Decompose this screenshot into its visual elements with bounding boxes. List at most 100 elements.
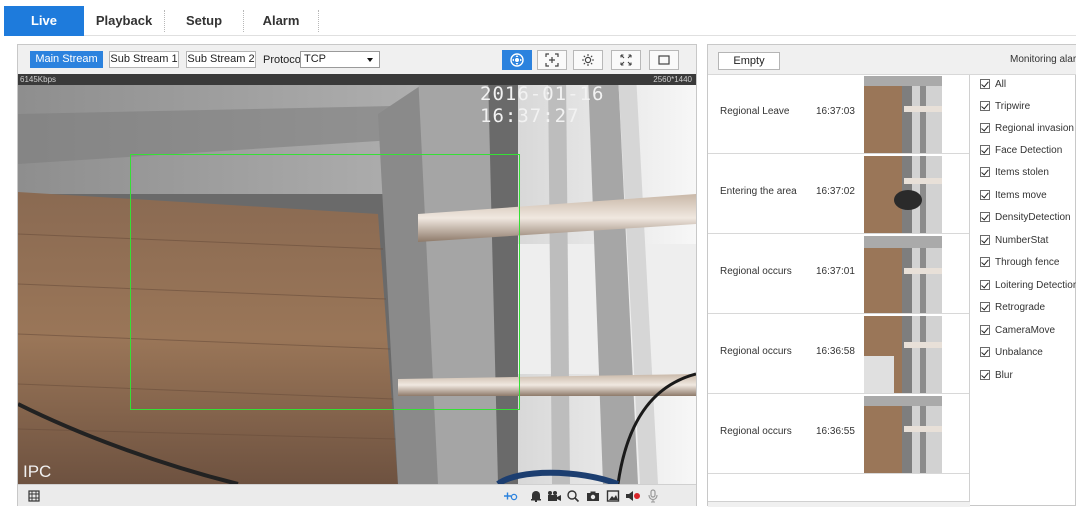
event-name: Regional occurs [720,346,792,357]
protocol-label: Protocol [263,54,304,66]
checkbox-checked-icon[interactable] [980,257,990,267]
event-thumbnail[interactable] [864,156,942,233]
tab-playback[interactable]: Playback [84,6,164,36]
window-icon [658,55,670,65]
checkbox-checked-icon[interactable] [980,325,990,335]
filter-blur[interactable]: Blur [980,368,1013,382]
live-video-panel: Main Stream Sub Stream 1 Sub Stream 2 Pr… [17,44,697,506]
filter-number-stat[interactable]: NumberStat [980,233,1048,247]
main-stream-button[interactable]: Main Stream [30,51,103,68]
checkbox-checked-icon[interactable] [980,101,990,111]
checkbox-checked-icon[interactable] [980,190,990,200]
filter-camera-move[interactable]: CameraMove [980,323,1055,337]
thumbnail-image [864,396,942,473]
column-divider [969,75,970,507]
filter-loitering-detection[interactable]: Loitering Detection [980,278,1076,292]
brightness-icon [582,54,594,66]
empty-button[interactable]: Empty [718,52,780,70]
protocol-value: TCP [304,53,326,65]
alarm-bell-button[interactable] [528,488,544,504]
detection-region [130,154,520,410]
record-button[interactable] [546,488,562,504]
filter-label: Regional invasion [995,122,1074,134]
checkbox-checked-icon[interactable] [980,347,990,357]
filter-density-detection[interactable]: DensityDetection [980,210,1071,224]
monitoring-alarm-label: Monitoring alarm [1010,54,1076,65]
checkbox-checked-icon[interactable] [980,123,990,133]
checkbox-checked-icon[interactable] [980,235,990,245]
microphone-button[interactable] [645,488,661,504]
event-row[interactable]: Regional occurs 16:37:01 [708,235,970,314]
event-time: 16:36:58 [816,346,855,357]
ipc-watermark: IPC [23,462,52,481]
tab-setup[interactable]: Setup [165,6,243,36]
window-button[interactable] [649,50,679,70]
filter-tripwire[interactable]: Tripwire [980,99,1030,113]
sub-stream-2-button[interactable]: Sub Stream 2 [186,51,256,68]
event-list: Regional Leave 16:37:03 Entering the are… [708,75,970,474]
filter-face-detection[interactable]: Face Detection [980,143,1062,157]
tab-live[interactable]: Live [4,6,84,36]
checkbox-checked-icon[interactable] [980,145,990,155]
checkbox-checked-icon[interactable] [980,212,990,222]
filter-regional-invasion[interactable]: Regional invasion [980,121,1074,135]
event-row[interactable]: Regional occurs 16:36:58 [708,315,970,394]
filter-label: Items stolen [995,166,1049,178]
filter-retrograde[interactable]: Retrograde [980,300,1045,314]
event-row[interactable]: Entering the area 16:37:02 [708,155,970,234]
search-zoom-icon [567,490,580,503]
protocol-select[interactable]: TCP [300,51,380,68]
filter-items-stolen[interactable]: Items stolen [980,165,1049,179]
top-navigation: Live Playback Setup Alarm [4,6,1076,36]
thumbnail-image [864,76,942,153]
horizontal-scrollbar[interactable] [708,501,970,507]
filter-label: Face Detection [995,144,1063,156]
event-row[interactable]: Regional occurs 16:36:55 [708,395,970,474]
checkbox-checked-icon[interactable] [980,167,990,177]
video-timestamp: 2016-01-16 16:37:27 [480,83,605,127]
event-row[interactable]: Regional Leave 16:37:03 [708,75,970,154]
sub-stream-1-button[interactable]: Sub Stream 1 [109,51,179,68]
ptz-point-button[interactable] [502,488,518,504]
event-panel: Empty Monitoring alarm Regional Leave 16… [707,44,1076,507]
microphone-icon [648,489,658,503]
tab-divider [318,10,319,32]
filter-items-move[interactable]: Items move [980,188,1047,202]
thumbnail-image [864,156,942,233]
event-name: Regional Leave [720,106,790,117]
video-bottom-toolbar [18,484,696,506]
checkbox-checked-icon[interactable] [980,280,990,290]
event-time: 16:36:55 [816,426,855,437]
checkbox-checked-icon[interactable] [980,370,990,380]
filter-through-fence[interactable]: Through fence [980,255,1060,269]
filter-label: NumberStat [995,234,1049,246]
event-thumbnail[interactable] [864,76,942,153]
event-name: Regional occurs [720,266,792,277]
zoom-region-button[interactable] [537,50,567,70]
filter-label: Tripwire [995,100,1031,112]
checkbox-checked-icon[interactable] [980,302,990,312]
event-thumbnail[interactable] [864,316,942,393]
event-thumbnail[interactable] [864,396,942,473]
filter-unbalance[interactable]: Unbalance [980,345,1043,359]
brightness-button[interactable] [573,50,603,70]
event-time: 16:37:01 [816,266,855,277]
film-icon [28,490,40,502]
ptz-button[interactable] [502,50,532,70]
filter-label: All [995,78,1007,90]
live-video-feed[interactable]: 6145Kbps 2560*1440 2016-01-16 16:37:27 I… [18,74,696,484]
film-button[interactable] [26,488,42,504]
search-zoom-button[interactable] [565,488,581,504]
snapshot-button[interactable] [585,488,601,504]
tab-alarm[interactable]: Alarm [244,6,318,36]
ptz-point-icon [504,492,518,501]
filter-label: Unbalance [995,346,1043,358]
audio-button[interactable] [625,488,641,504]
filter-label: Items move [995,189,1047,201]
checkbox-checked-icon[interactable] [980,79,990,89]
image-button[interactable] [605,488,621,504]
event-time: 16:37:03 [816,106,855,117]
fullscreen-button[interactable] [611,50,641,70]
filter-all[interactable]: All [980,77,1006,91]
event-thumbnail[interactable] [864,236,942,313]
